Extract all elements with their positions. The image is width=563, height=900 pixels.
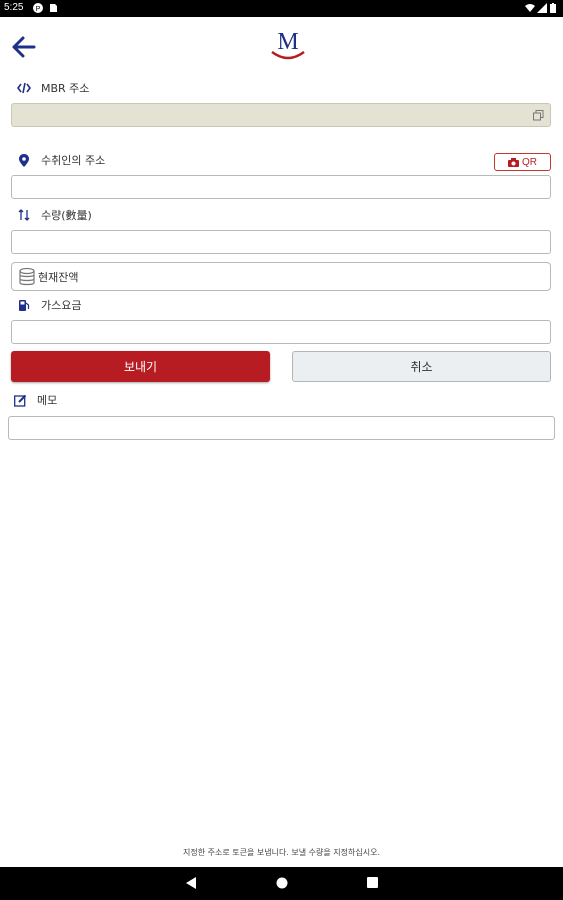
code-icon [17,81,31,95]
mbr-address-field[interactable] [11,103,551,127]
gas-fee-label-row: 가스요금 [17,297,81,313]
logo-letter: M [277,29,298,55]
memo-input[interactable] [8,416,555,440]
location-pin-icon [17,153,31,167]
edit-icon [13,393,27,407]
app-logo: M [271,29,305,60]
balance-label: 현재잔액 [38,270,79,284]
signal-icon [537,3,547,13]
quantity-input[interactable] [11,230,551,254]
gas-fee-label: 가스요금 [41,299,82,312]
mbr-address-label: MBR 주소 [41,82,90,95]
mbr-address-label-row: MBR 주소 [17,80,89,96]
cancel-button[interactable]: 취소 [292,351,551,382]
nav-home-icon[interactable] [276,877,288,889]
footer-note: 지정한 주소로 토큰을 보냅니다. 보낼 수량을 지정하십시오. [183,848,380,857]
nav-recents-icon[interactable] [367,877,378,888]
balance-box: 현재잔액 [11,262,551,291]
back-arrow-icon[interactable] [11,35,37,59]
quantity-label: 수량(數量) [41,209,92,222]
copy-icon[interactable] [533,110,544,121]
recipient-address-label: 수취인의 주소 [41,154,106,167]
notification-p-icon: P [33,3,43,13]
svg-text:P: P [36,6,41,13]
battery-icon [550,3,556,13]
database-icon [19,267,35,285]
qr-button-label: QR [522,156,537,168]
gas-pump-icon [17,298,31,312]
wifi-icon [525,4,535,12]
quantity-label-row: 수량(數量) [17,207,92,223]
memo-label: 메모 [37,394,58,407]
recipient-address-label-row: 수취인의 주소 [17,152,105,168]
send-button[interactable]: 보내기 [11,351,270,382]
status-bar: 5:25 P [0,0,563,17]
qr-scan-button[interactable]: QR [494,153,551,171]
swap-vertical-icon [17,208,31,222]
status-time: 5:25 [4,2,24,13]
gas-fee-input[interactable] [11,320,551,344]
nav-bar [0,867,563,900]
nav-back-icon[interactable] [186,877,196,889]
sd-card-icon [50,4,57,12]
memo-label-row: 메모 [13,392,57,408]
camera-icon [508,157,519,167]
recipient-address-input[interactable] [11,175,551,199]
